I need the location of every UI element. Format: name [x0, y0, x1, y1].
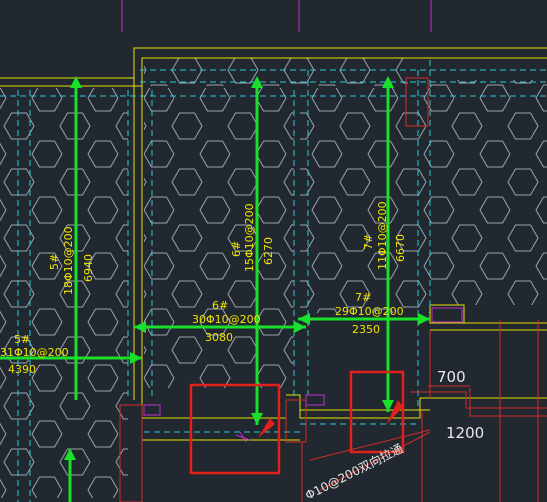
rebar-mark: 6#	[230, 241, 243, 257]
rebar-mark: 5#	[48, 254, 61, 270]
rebar-length: 6270	[262, 237, 275, 265]
rebar-mark: 7#	[362, 234, 375, 250]
grid-ticks	[121, 0, 432, 32]
rebar-spec-label: 18Φ10@200	[62, 226, 75, 295]
rebar-length-label: 6940	[82, 254, 95, 282]
cad-drawing-canvas[interactable]: 5# 18Φ10@200 6940 6# 15Φ10@200 6270 7# 1…	[0, 0, 547, 502]
rebar-length-label: 6670	[394, 234, 407, 262]
rebar-spec-label: 15Φ10@200	[243, 203, 256, 272]
rebar-spec: 30Φ10@200	[192, 313, 261, 326]
rebar-label-5-vertical: 5#	[48, 254, 61, 270]
rebar-label-6-vertical: 6#	[230, 241, 243, 257]
rebar-length-label: 6270	[262, 237, 275, 265]
diagonal-note-text: Φ10@200双向拉通	[303, 440, 406, 502]
rebar-mark: 7#	[355, 291, 371, 304]
cad-viewport[interactable]: 5# 18Φ10@200 6940 6# 15Φ10@200 6270 7# 1…	[0, 0, 547, 502]
rebar-length: 2350	[352, 323, 380, 336]
rebar-spec-label: 11Φ10@200	[376, 201, 389, 270]
rebar-mark: 5#	[14, 333, 30, 346]
rebar-length: 6670	[394, 234, 407, 262]
dimension-1200: 1200	[446, 424, 484, 442]
dimension-700: 700	[437, 368, 466, 386]
rebar-length: 4390	[8, 363, 36, 376]
rebar-spec: 11Φ10@200	[376, 201, 389, 270]
rebar-mark: 6#	[212, 299, 228, 312]
rebar-spec: 15Φ10@200	[243, 203, 256, 272]
rebar-length: 3080	[205, 331, 233, 344]
rebar-spec: 29Φ10@200	[335, 305, 404, 318]
rebar-length: 6940	[82, 254, 95, 282]
rebar-spec: 18Φ10@200	[62, 226, 75, 295]
diagonal-note: Φ10@200双向拉通	[303, 440, 406, 502]
rebar-spec: 31Φ10@200	[0, 346, 69, 359]
rebar-label-7-vertical: 7#	[362, 234, 375, 250]
